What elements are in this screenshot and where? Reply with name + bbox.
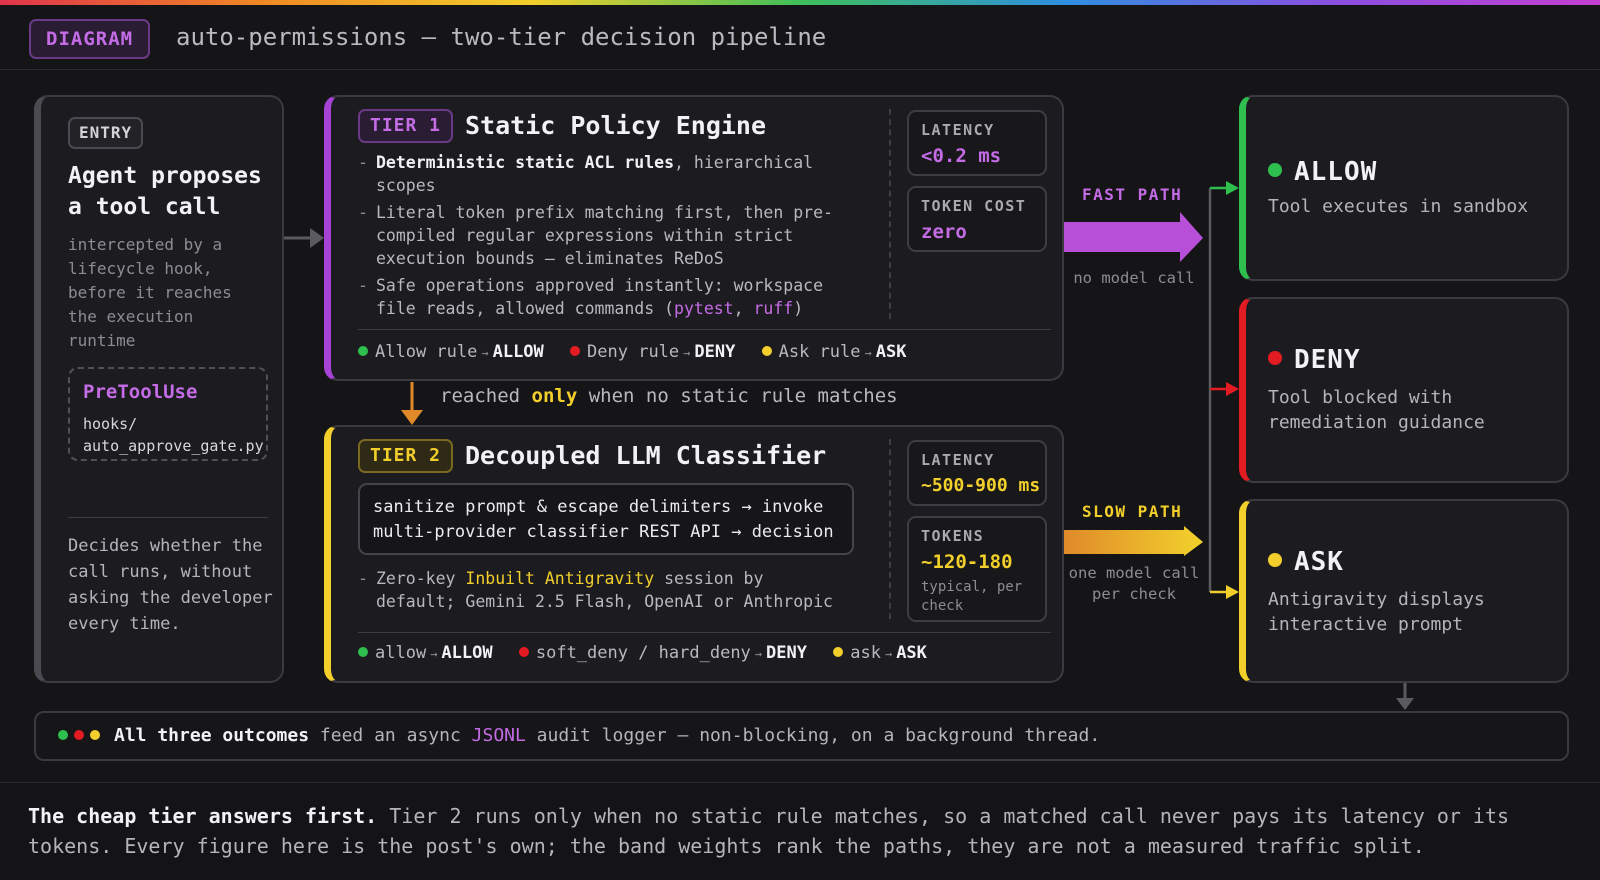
slow-path-label: SLOW PATH: [1082, 502, 1183, 521]
allow-dot-icon: [358, 647, 368, 657]
audit-logger-bar: All three outcomes feed an async JSONL a…: [34, 711, 1569, 761]
tier1-horizontal-separator: [358, 329, 1051, 330]
tier2-card: TIER 2 Decoupled LLM Classifier sanitize…: [324, 425, 1064, 683]
audit-text: All three outcomes feed an async JSONL a…: [58, 725, 1100, 746]
deny-title: DENY: [1268, 345, 1361, 375]
tier1-cost-box: TOKEN COST zero: [907, 186, 1047, 252]
tier2-badge: TIER 2: [358, 439, 454, 473]
arrow-icon: →: [430, 647, 438, 661]
arrow-icon: →: [864, 346, 872, 360]
hook-name: PreToolUse: [83, 381, 198, 403]
footer-text: The cheap tier answers first. Tier 2 run…: [28, 804, 1510, 858]
ask-dot-icon: [761, 346, 772, 356]
deny-dot-icon: [74, 730, 84, 740]
entry-badge: ENTRY: [68, 117, 144, 149]
tier2-latency-value: ~500-900 ms: [921, 475, 1041, 496]
arrow-icon: →: [481, 346, 489, 360]
entry-footnote: Decides whether the call runs, without a…: [68, 536, 273, 634]
entry-title: Agent proposes a tool call: [68, 163, 262, 220]
tier2-tokens-label: TOKENS: [921, 527, 985, 545]
tier1-bullet-safe-ops: Safe operations approved instantly: work…: [358, 274, 838, 320]
deny-dot-icon: [1268, 351, 1282, 365]
tier2-vertical-separator: [889, 439, 891, 619]
allow-dot-icon: [358, 346, 368, 356]
slow-path-arrow: [1064, 526, 1203, 556]
entry-card: ENTRY Agent proposes a tool call interce…: [34, 95, 284, 683]
entry-divider: [68, 517, 268, 518]
tier2-tokens-box: TOKENS ~120-180 typical, per check: [907, 516, 1047, 622]
deny-dot-icon: [570, 346, 581, 356]
tier2-tokens-value: ~120-180: [921, 551, 1013, 573]
bus-connector: [1208, 181, 1239, 599]
tier1-bullet-acl: Deterministic static ACL rules, hierarch…: [358, 151, 838, 197]
tier2-bullet-providers: Zero-key Inbuilt Antigravity session by …: [358, 567, 838, 613]
arrow-icon: →: [754, 647, 763, 661]
tier1-latency-value: <0.2 ms: [921, 145, 1002, 167]
diagram-frame: DIAGRAM auto-permissions — two-tier deci…: [0, 0, 1600, 880]
tier1-card: TIER 1 Static Policy Engine Deterministi…: [324, 95, 1064, 381]
hook-path: hooks/ auto_approve_gate.py: [83, 415, 264, 455]
tier1-latency-label: LATENCY: [921, 121, 995, 139]
footer-caption: The cheap tier answers first. Tier 2 run…: [0, 782, 1600, 880]
ask-dot-icon: [90, 730, 100, 740]
allow-dot-icon: [58, 730, 68, 740]
ask-dot-icon: [833, 647, 844, 657]
tier1-bullets: Deterministic static ACL rules, hierarch…: [358, 151, 838, 324]
tier1-bullet-matching: Literal token prefix matching first, the…: [358, 201, 838, 270]
deny-description: Tool blocked with remediation guidance: [1268, 387, 1485, 433]
tier2-latency-box: LATENCY ~500-900 ms: [907, 440, 1047, 506]
fast-path-arrow: [1064, 212, 1203, 262]
tier2-tokens-sub: typical, per check: [921, 579, 1023, 614]
fast-path-label: FAST PATH: [1082, 185, 1183, 204]
tier1-latency-box: LATENCY <0.2 ms: [907, 110, 1047, 176]
allow-dot-icon: [1268, 163, 1282, 177]
tier1-vertical-separator: [889, 109, 891, 319]
ask-description: Antigravity displays interactive prompt: [1268, 589, 1485, 635]
tier2-pipeline-box: sanitize prompt & escape delimiters → in…: [358, 483, 854, 555]
arrow-icon: →: [683, 346, 691, 360]
ask-to-audit-arrow: [1396, 683, 1414, 710]
tier2-pipeline-text: sanitize prompt & escape delimiters → in…: [373, 497, 834, 542]
deny-card: DENY Tool blocked with remediation guida…: [1239, 297, 1569, 483]
ask-title: ASK: [1268, 547, 1344, 577]
allow-description: Tool executes in sandbox: [1268, 196, 1529, 217]
tier1-cost-label: TOKEN COST: [921, 197, 1027, 215]
tier2-title: Decoupled LLM Classifier: [465, 441, 827, 470]
tier1-title: Static Policy Engine: [465, 111, 767, 140]
deny-dot-icon: [518, 647, 529, 657]
entry-description: intercepted by a lifecycle hook, before …: [68, 235, 232, 350]
allow-card: ALLOW Tool executes in sandbox: [1239, 95, 1569, 281]
ask-card: ASK Antigravity displays interactive pro…: [1239, 499, 1569, 683]
slow-path-note: one model call per check: [1068, 564, 1200, 603]
fast-path-note: no model call: [1073, 269, 1195, 287]
tier2-outcomes: allow → ALLOW soft_deny / hard_deny → DENY a…: [358, 643, 943, 663]
hook-box: PreToolUse hooks/ auto_approve_gate.py: [68, 367, 268, 461]
tier2-latency-label: LATENCY: [921, 451, 995, 469]
tier1-badge: TIER 1: [358, 109, 454, 143]
entry-to-tier1-arrow: [284, 228, 324, 248]
tier-transition-note: reached only when no static rule matches: [440, 385, 898, 407]
tier2-bullets: Zero-key Inbuilt Antigravity session by …: [358, 567, 838, 617]
arrow-icon: →: [884, 647, 893, 661]
tier1-to-tier2-arrow: [401, 382, 423, 425]
tier2-horizontal-separator: [358, 632, 1051, 633]
allow-title: ALLOW: [1268, 157, 1377, 187]
ask-dot-icon: [1268, 553, 1282, 567]
tier1-cost-value: zero: [921, 221, 967, 243]
tier1-outcomes: Allow rule → ALLOW Deny rule → DENY Ask rule…: [358, 342, 922, 362]
